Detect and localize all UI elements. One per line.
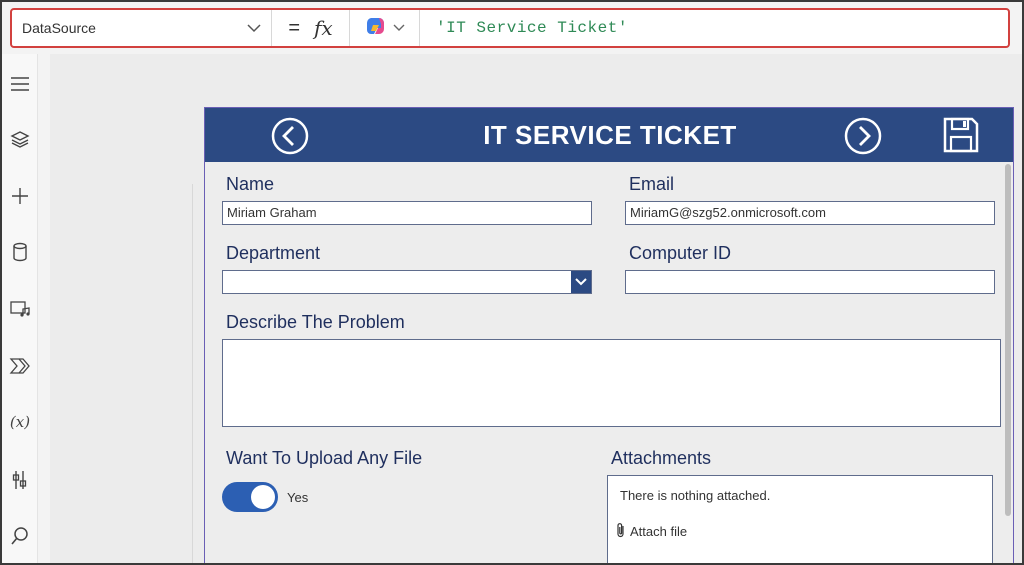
- plus-icon[interactable]: [8, 184, 32, 208]
- property-name: DataSource: [22, 20, 96, 36]
- save-icon[interactable]: [942, 116, 980, 154]
- layers-icon[interactable]: [8, 128, 32, 152]
- chevron-down-icon: [247, 20, 261, 36]
- attach-file-link[interactable]: Attach file: [616, 522, 687, 541]
- screen-title: IT SERVICE TICKET: [483, 119, 737, 150]
- department-dropdown[interactable]: [222, 270, 592, 294]
- fx-icon[interactable]: fx: [314, 16, 333, 40]
- tools-icon[interactable]: [8, 468, 32, 492]
- upload-toggle[interactable]: [222, 482, 278, 512]
- upload-label: Want To Upload Any File: [226, 448, 423, 468]
- app-screen: IT SERVICE TICKET Name Miriam Graham Ema…: [204, 107, 1014, 563]
- copilot-button[interactable]: [350, 10, 420, 46]
- left-rail: (x): [2, 54, 38, 563]
- attach-file-label: Attach file: [630, 524, 688, 539]
- search-icon[interactable]: [8, 524, 32, 548]
- computer-id-field[interactable]: [625, 270, 995, 294]
- department-label: Department: [226, 243, 321, 263]
- database-icon[interactable]: [8, 240, 32, 264]
- paperclip-icon: [616, 522, 626, 541]
- attachments-label: Attachments: [611, 448, 712, 468]
- email-label: Email: [629, 174, 675, 194]
- toggle-knob: [251, 485, 275, 509]
- app-window: DataSource = fx 'IT Service Ticket' (x) …: [0, 0, 1024, 565]
- problem-textarea[interactable]: [222, 339, 1001, 427]
- hamburger-menu-icon[interactable]: [8, 72, 32, 96]
- email-field[interactable]: MiriamG@szg52.onmicrosoft.com: [625, 201, 995, 225]
- variables-icon[interactable]: (x): [8, 410, 32, 434]
- next-arrow-icon[interactable]: [844, 117, 882, 155]
- property-selector[interactable]: DataSource: [12, 10, 272, 46]
- formula-input[interactable]: 'IT Service Ticket': [420, 19, 628, 37]
- back-arrow-icon[interactable]: [271, 117, 309, 155]
- chevron-down-icon: [393, 19, 405, 37]
- copilot-icon: [365, 15, 387, 42]
- formula-bar: DataSource = fx 'IT Service Ticket': [10, 8, 1010, 48]
- equals-sign: =: [288, 16, 300, 39]
- toggle-state-label: Yes: [287, 490, 309, 505]
- media-icon[interactable]: [8, 297, 32, 321]
- name-field[interactable]: Miriam Graham: [222, 201, 592, 225]
- attachments-control: There is nothing attached. Attach file: [607, 475, 993, 563]
- function-area[interactable]: = fx: [272, 10, 350, 46]
- canvas-guide: [192, 184, 193, 563]
- name-label: Name: [226, 174, 275, 194]
- attachments-empty-text: There is nothing attached.: [620, 488, 771, 503]
- chevron-down-icon[interactable]: [571, 271, 591, 293]
- computer-id-label: Computer ID: [629, 243, 732, 263]
- problem-label: Describe The Problem: [226, 312, 405, 332]
- power-automate-icon[interactable]: [8, 354, 32, 378]
- scrollbar[interactable]: [1005, 164, 1011, 516]
